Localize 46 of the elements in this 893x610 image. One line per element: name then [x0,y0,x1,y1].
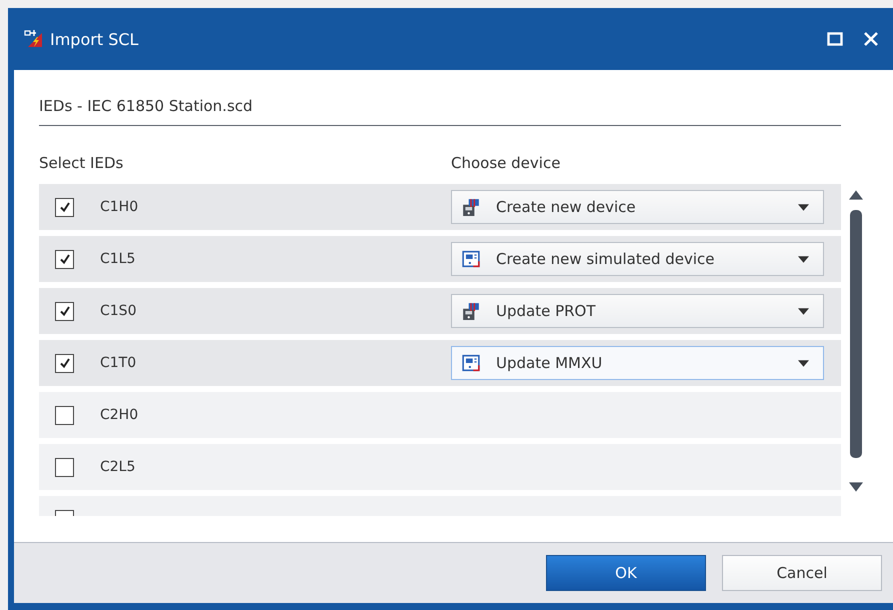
ok-button[interactable]: OK [546,555,706,591]
file-heading: IEDs - IEC 61850 Station.scd [39,97,841,126]
check-icon [58,253,70,265]
device-dropdown[interactable]: Create new simulated device [451,242,824,276]
ied-name: C2H0 [100,407,138,423]
column-heading: Select IEDs [39,154,124,174]
window-title: Import SCL [50,30,138,48]
device-icon [462,302,480,320]
scroll-up-icon[interactable] [849,190,863,200]
ied-name: C1S0 [100,303,136,319]
caret-icon [798,308,809,314]
check-icon [58,305,70,317]
ied-row[interactable]: C1L5 Create new simulated device [39,236,841,282]
caret-icon [798,204,809,210]
check-icon [58,357,70,369]
app-icon [24,29,44,49]
ied-row[interactable]: C1T0 Update MMXU [39,340,841,386]
check-icon [58,201,70,213]
scroll-down-icon[interactable] [849,482,863,492]
device-dropdown[interactable]: Create new device [451,190,824,224]
scrollbar-thumb[interactable] [850,210,862,458]
ied-name: C1T0 [100,355,136,371]
checkbox[interactable] [55,354,74,372]
checkbox[interactable] [55,198,74,216]
caret-icon [798,360,809,366]
ied-name: C2L5 [100,459,136,475]
simulated-device-icon [462,250,480,268]
ied-row[interactable]: C1S0 Update PROT [39,288,841,334]
cancel-button[interactable]: Cancel [722,555,882,591]
column-heading: Choose device [451,154,560,174]
ied-name: C1L5 [100,251,136,267]
ied-row[interactable]: C2L5 [39,444,841,490]
caret-icon [798,256,809,262]
checkbox[interactable] [55,458,74,476]
close-icon[interactable] [863,31,879,47]
ied-row[interactable]: C1H0 Create new device [39,184,841,230]
simulated-device-icon [462,354,480,372]
device-dropdown[interactable]: Update PROT [451,294,824,328]
ied-name: C1H0 [100,199,138,215]
device-dropdown[interactable]: Update MMXU [451,346,824,380]
checkbox[interactable] [55,250,74,268]
ied-row[interactable]: C2H0 [39,392,841,438]
checkbox[interactable] [55,406,74,424]
device-icon [462,198,480,216]
maximize-icon[interactable] [827,31,843,47]
checkbox[interactable] [55,302,74,320]
